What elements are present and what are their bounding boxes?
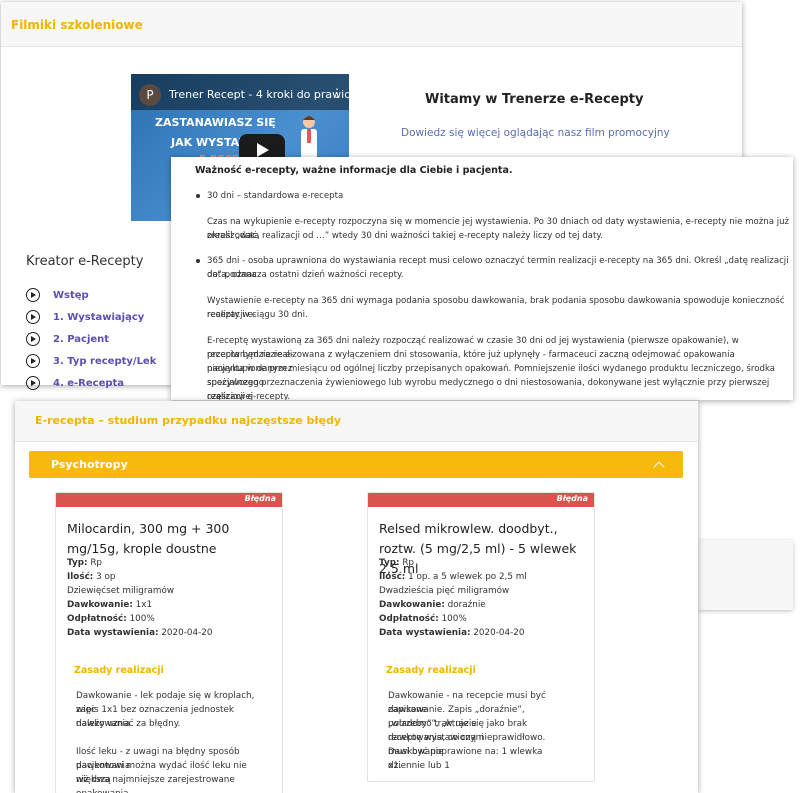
- field-odplatnosc: Odpłatność: 100%: [67, 612, 155, 626]
- step-item-pacjent[interactable]: 2. Pacjent: [26, 328, 156, 350]
- field-value: doraźnie: [447, 600, 486, 610]
- field-dawkowanie: Dawkowanie: 1x1: [67, 598, 152, 612]
- accordion-psychotropy[interactable]: Psychotropy: [29, 451, 683, 478]
- paragraph-line: specjalnego przeznaczenia żywieniowego l…: [207, 378, 770, 400]
- status-badge: Błędna: [368, 493, 594, 507]
- field-label: Typ:: [67, 558, 88, 568]
- case-card: Błędna Relsed mikrowlew. doodbyt., roztw…: [367, 492, 595, 782]
- step-label[interactable]: 1. Wystawiający: [53, 312, 144, 323]
- field-value: 2020-04-20: [161, 628, 213, 638]
- paragraph-line: realizacji e-recepty.: [207, 392, 291, 400]
- field-label: Typ:: [379, 558, 400, 568]
- step-label[interactable]: 3. Typ recepty/Lek: [53, 356, 156, 367]
- field-value: 1x1: [135, 600, 153, 610]
- chevron-up-icon[interactable]: [653, 461, 665, 473]
- field-label: Data wystawienia:: [379, 628, 471, 638]
- zasady-line: niż dwa najmniejsze zarejestrowane opako…: [76, 775, 235, 793]
- field-label: Ilość:: [379, 572, 406, 582]
- welcome-heading: Witamy w Trenerze e-Recepty: [425, 92, 644, 107]
- video-caption-line: ZASTANAWIASZ SIĘ: [155, 116, 276, 129]
- step-label[interactable]: 2. Pacjent: [53, 334, 109, 345]
- field-value: Rp: [90, 558, 103, 568]
- step-label[interactable]: Wstęp: [53, 290, 89, 301]
- paragraph-line: określ „data realizacji od …” wtedy 30 d…: [207, 231, 603, 241]
- badge-label: Błędna: [244, 494, 276, 503]
- play-circle-icon: [26, 288, 40, 302]
- drug-name: Milocardin, 300 mg + 300 mg/15g, krople …: [67, 521, 230, 556]
- bullet-text: 30 dni – standardowa e-recepta: [207, 191, 344, 201]
- field-odplatnosc: Odpłatność: 100%: [379, 612, 467, 626]
- panel-title: Filmiki szkoleniowe: [11, 18, 143, 32]
- field-value: Rp: [402, 558, 415, 568]
- field-value: 1 op. a 5 wlewek po 2,5 ml: [408, 572, 527, 582]
- bullet-icon: [196, 259, 200, 263]
- zasady-line: należy uznać za błędny.: [76, 719, 181, 729]
- zasady-heading: Zasady realizacji: [386, 665, 476, 676]
- panel-header: E-recepta – studium przypadku najczęstsz…: [15, 401, 698, 442]
- step-item-e-recepta[interactable]: 4. e-Recepta: [26, 372, 156, 394]
- panel-title: E-recepta – studium przypadku najczęstsz…: [35, 414, 341, 427]
- field-data: Data wystawienia: 2020-04-20: [67, 626, 212, 640]
- status-badge: Błędna: [56, 493, 282, 507]
- field-ilosc: Ilość: 3 op: [67, 570, 115, 584]
- kreator-steps: Wstęp 1. Wystawiający 2. Pacjent 3. Typ …: [26, 284, 156, 394]
- step-item-wystawiajacy[interactable]: 1. Wystawiający: [26, 306, 156, 328]
- play-circle-icon: [26, 354, 40, 368]
- field-value: 100%: [129, 614, 155, 624]
- zasady-line: x1.: [388, 761, 402, 771]
- bullet-text: data, oznacza ostatni dzień ważności rec…: [207, 270, 404, 280]
- play-circle-icon: [26, 376, 40, 390]
- step-item-wstep[interactable]: Wstęp: [26, 284, 156, 306]
- paragraph-line: recepty w ciągu 30 dni.: [207, 310, 308, 320]
- bullet-icon: [196, 194, 200, 198]
- field-label: Dawkowanie:: [67, 600, 133, 610]
- field-dawkowanie: Dawkowanie: doraźnie: [379, 598, 486, 612]
- info-title: Ważność e-recepty, ważne informacje dla …: [195, 165, 513, 176]
- step-item-typ-recepty[interactable]: 3. Typ recepty/Lek: [26, 350, 156, 372]
- accordion-label[interactable]: Psychotropy: [51, 458, 128, 471]
- field-data: Data wystawienia: 2020-04-20: [379, 626, 524, 640]
- field-label: Ilość:: [67, 572, 94, 582]
- field-label: Odpłatność:: [67, 614, 127, 624]
- field-label: Dawkowanie:: [379, 600, 445, 610]
- validity-info-panel: Ważność e-recepty, ważne informacje dla …: [171, 157, 793, 400]
- play-circle-icon: [26, 310, 40, 324]
- field-label: Data wystawienia:: [67, 628, 159, 638]
- panel-header: Filmiki szkoleniowe: [1, 2, 742, 47]
- field-ilosc-words: Dziewięćset miligramów: [67, 586, 175, 596]
- field-value: 100%: [441, 614, 467, 624]
- case-card: Błędna Milocardin, 300 mg + 300 mg/15g, …: [55, 492, 283, 793]
- field-label: Odpłatność:: [379, 614, 439, 624]
- step-label[interactable]: 4. e-Recepta: [53, 378, 124, 389]
- field-ilosc-words: Dwadzieścia pięć miligramów: [379, 586, 510, 596]
- badge-label: Błędna: [556, 494, 588, 503]
- field-value: 2020-04-20: [473, 628, 525, 638]
- background-panel-edge: [698, 540, 793, 610]
- field-value: 3 op: [96, 572, 116, 582]
- play-circle-icon: [26, 332, 40, 346]
- field-typ: Typ: Rp: [379, 556, 414, 570]
- kreator-title: Kreator e-Recepty: [26, 254, 144, 269]
- channel-avatar[interactable]: P: [139, 84, 161, 106]
- case-study-panel: E-recepta – studium przypadku najczęstsz…: [15, 401, 698, 793]
- more-options-icon[interactable]: ⋮: [331, 86, 343, 100]
- zasady-heading: Zasady realizacji: [74, 665, 164, 676]
- video-title[interactable]: Trener Recept - 4 kroki do prawid...: [169, 88, 349, 101]
- promo-video-link[interactable]: Dowiedz się więcej oglądając nasz film p…: [401, 127, 670, 139]
- field-ilosc: Ilość: 1 op. a 5 wlewek po 2,5 ml: [379, 570, 527, 584]
- field-typ: Typ: Rp: [67, 556, 102, 570]
